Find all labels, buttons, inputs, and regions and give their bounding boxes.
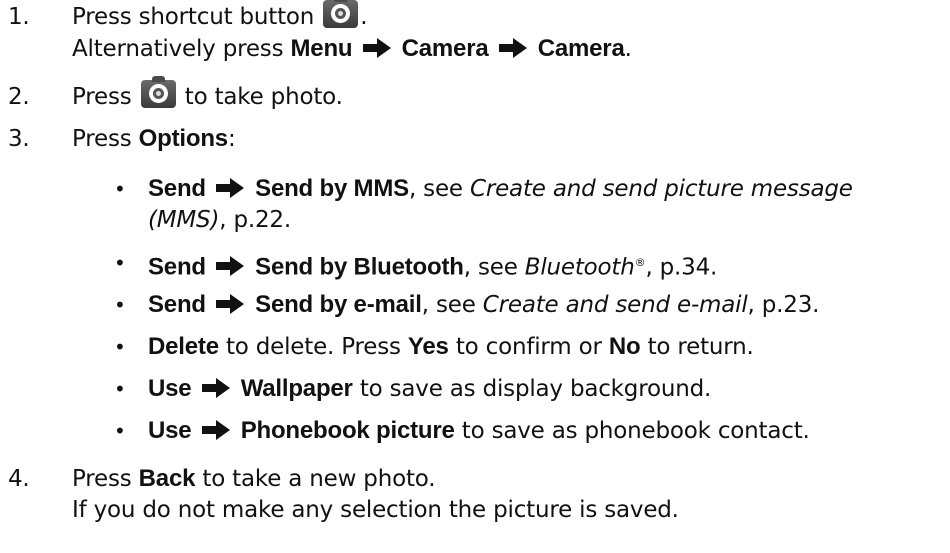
step-text: Press shortcut button — [72, 4, 315, 30]
camera-keyword: Camera — [401, 35, 489, 62]
cross-reference: Create and send picture message — [469, 176, 853, 202]
back-keyword: Back — [138, 465, 196, 492]
step-number: 1. — [8, 4, 30, 30]
manual-page: 1. Press shortcut button . Alternatively… — [0, 0, 950, 553]
delete-keyword: Delete — [148, 333, 219, 360]
send-keyword: Send — [148, 253, 206, 281]
cross-reference: (MMS) — [148, 207, 220, 233]
step-text: Alternatively press — [72, 36, 284, 62]
send-keyword: Send — [148, 175, 206, 202]
bullet-glyph: • — [114, 251, 126, 275]
send-by-mms-keyword: Send by MMS — [255, 175, 409, 202]
right-arrow-icon — [216, 293, 245, 314]
right-arrow-icon — [201, 377, 230, 398]
no-keyword: No — [608, 333, 641, 360]
menu-keyword: Menu — [290, 35, 353, 62]
camera-keyword: Camera — [537, 35, 625, 62]
phonebook-picture-keyword: Phonebook picture — [240, 417, 455, 444]
step-number: 3. — [8, 126, 30, 152]
registered-mark: ® — [634, 256, 646, 269]
right-arrow-icon — [362, 37, 391, 58]
step-text: Press — [72, 126, 132, 152]
camera-button-icon — [323, 0, 359, 28]
camera-button-icon — [140, 75, 176, 108]
right-arrow-icon — [216, 256, 245, 277]
bullet-glyph: • — [114, 177, 126, 201]
yes-keyword: Yes — [407, 333, 449, 360]
bullet-glyph: • — [114, 293, 126, 317]
step-number: 4. — [8, 466, 30, 492]
cross-reference: Create and send e-mail — [482, 292, 748, 318]
right-arrow-icon — [216, 177, 245, 198]
step-text: Press — [72, 466, 132, 492]
right-arrow-icon — [498, 37, 527, 58]
bullet-glyph: • — [114, 377, 126, 401]
cross-reference: Bluetooth — [524, 254, 635, 281]
send-by-email-keyword: Send by e-mail — [255, 291, 422, 318]
use-keyword: Use — [148, 375, 192, 402]
send-by-bluetooth-keyword: Send by Bluetooth — [255, 253, 464, 281]
bullet-glyph: • — [114, 335, 126, 359]
bullet-glyph: • — [114, 419, 126, 443]
use-keyword: Use — [148, 417, 192, 444]
step-number: 2. — [8, 84, 30, 110]
send-keyword: Send — [148, 291, 206, 318]
step-text: If you do not make any selection the pic… — [72, 497, 679, 523]
step-text: Press — [72, 84, 132, 110]
options-keyword: Options — [138, 125, 228, 152]
right-arrow-icon — [201, 419, 230, 440]
wallpaper-keyword: Wallpaper — [240, 375, 353, 402]
